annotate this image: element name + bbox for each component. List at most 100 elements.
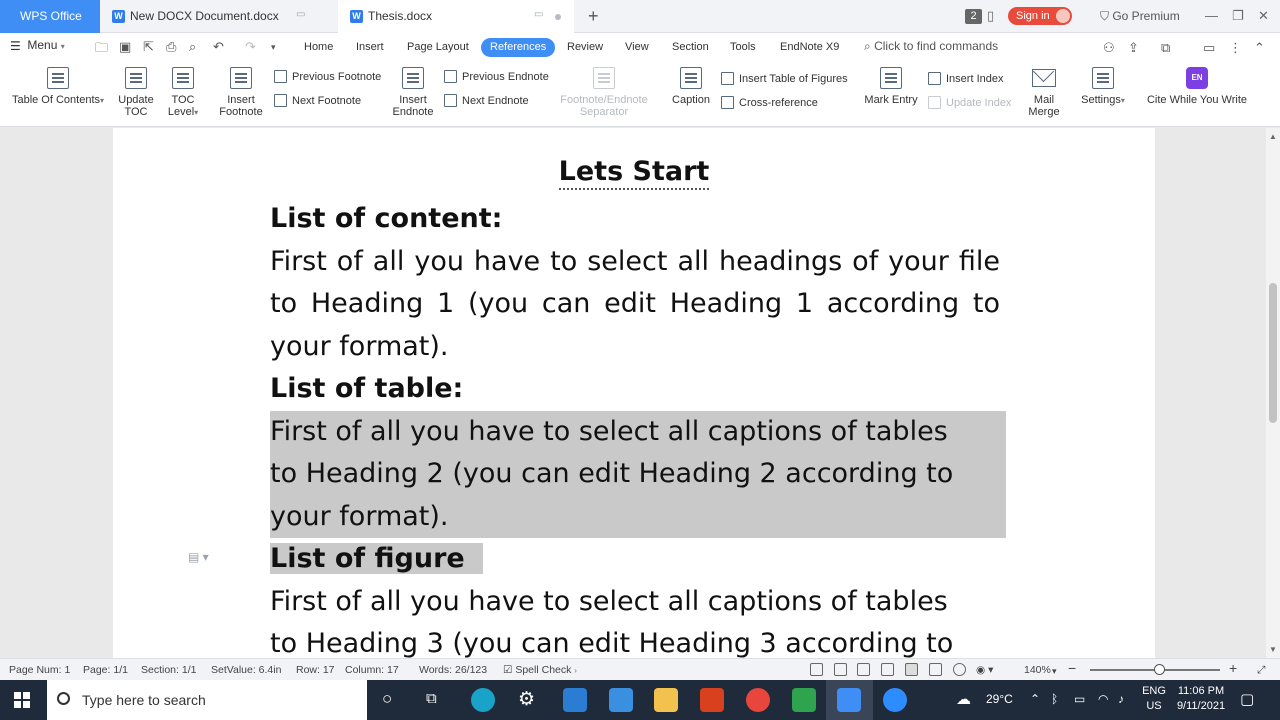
zoom-out-icon[interactable]: − <box>1068 660 1076 676</box>
store-icon[interactable] <box>609 688 633 712</box>
main-menu-button[interactable]: ☰ Menu ▾ <box>10 38 65 53</box>
windows-start-icon[interactable] <box>14 692 30 708</box>
tab-insert[interactable]: Insert <box>347 38 393 57</box>
scroll-up-arrow-icon[interactable]: ▲ <box>1269 132 1277 141</box>
zoom-slider-knob[interactable] <box>1154 664 1165 675</box>
cross-reference-button[interactable]: Cross-reference <box>721 96 818 110</box>
sign-in-button[interactable]: Sign in <box>1008 7 1072 25</box>
settings-button[interactable]: Settings▾ <box>1078 67 1128 107</box>
toc-level-button[interactable]: TOC Level▾ <box>164 67 202 119</box>
insert-endnote-button[interactable]: Insert Endnote <box>389 67 437 118</box>
more-options-icon[interactable]: ⋮ <box>1229 40 1242 56</box>
web-layout-icon[interactable] <box>953 663 966 676</box>
update-index-button[interactable]: Update Index <box>928 96 1011 110</box>
fit-page-icon[interactable]: ⤢ <box>1257 664 1265 677</box>
print-icon[interactable]: ⎙ <box>166 39 176 55</box>
tab-view[interactable]: View <box>616 38 658 57</box>
status-section[interactable]: Section: 1/1 <box>141 664 196 676</box>
edge-browser-icon[interactable] <box>471 688 495 712</box>
status-page[interactable]: Page: 1/1 <box>83 664 128 676</box>
previous-footnote-button[interactable]: Previous Footnote <box>274 70 381 84</box>
open-folder-icon[interactable]: 🗀 <box>95 39 108 61</box>
caption-button[interactable]: Caption <box>669 67 713 106</box>
save-icon[interactable]: ▣ <box>119 39 131 55</box>
cortana-icon[interactable]: ○ <box>382 689 392 709</box>
next-endnote-button[interactable]: Next Endnote <box>444 94 529 108</box>
page-view-icon[interactable] <box>834 663 847 676</box>
find-commands-search[interactable]: ⌕ Click to find commands <box>864 39 998 54</box>
previous-endnote-button[interactable]: Previous Endnote <box>444 70 549 84</box>
tab-section[interactable]: Section <box>663 38 718 57</box>
tab-tools[interactable]: Tools <box>721 38 765 57</box>
cite-while-you-write-button[interactable]: EN Cite While You Write <box>1144 67 1250 106</box>
reading-layout-icon[interactable] <box>881 663 894 676</box>
collapse-ribbon-icon[interactable]: ⌃ <box>1254 40 1265 56</box>
undo-icon[interactable]: ↶ <box>213 39 224 55</box>
task-view-icon[interactable]: ⧉ <box>426 690 437 707</box>
system-clock[interactable]: 11:06 PM 9/11/2021 <box>1176 684 1226 714</box>
insert-index-button[interactable]: Insert Index <box>928 72 1003 86</box>
volume-icon[interactable]: ♪ <box>1118 692 1124 706</box>
document-body[interactable]: List of content: First of all you have t… <box>270 198 1006 659</box>
weather-temp[interactable]: 29°C <box>986 692 1013 706</box>
mark-entry-button[interactable]: Mark Entry <box>862 67 920 106</box>
paragraph-content[interactable]: First of all you have to select all head… <box>270 241 1000 369</box>
restore-icon[interactable]: ❐ <box>1232 8 1244 24</box>
vertical-scrollbar[interactable]: ▲ ▼ <box>1266 128 1280 658</box>
zoom-level[interactable]: 140% <box>1024 664 1051 676</box>
document-canvas[interactable]: Lets Start List of content: First of all… <box>0 128 1266 658</box>
insert-footnote-button[interactable]: Insert Footnote <box>216 67 266 118</box>
tab-home[interactable]: Home <box>295 38 342 57</box>
heading-list-of-content[interactable]: List of content: <box>270 198 1000 241</box>
share-user-icon[interactable]: ⚇ <box>1103 40 1115 56</box>
show-hidden-icons-icon[interactable]: ⌃ <box>1030 692 1040 706</box>
file-explorer-icon[interactable] <box>654 688 678 712</box>
float-window-icon[interactable]: ▭ <box>296 10 306 20</box>
wifi-icon[interactable]: ◠ <box>1098 692 1108 706</box>
export-icon[interactable]: ⇱ <box>143 39 154 55</box>
status-setvalue[interactable]: SetValue: 6.4in <box>211 664 281 676</box>
mail-app-icon[interactable] <box>563 688 587 712</box>
outline-view-icon[interactable] <box>929 663 942 676</box>
focus-mode-icon[interactable] <box>810 663 823 676</box>
office-icon[interactable] <box>700 688 724 712</box>
collaborate-icon[interactable]: ⧉ <box>1161 40 1170 56</box>
window-count-badge[interactable]: 2 <box>965 9 982 24</box>
mail-merge-button[interactable]: Mail Merge <box>1024 67 1064 118</box>
tab-review[interactable]: Review <box>558 38 612 57</box>
bluetooth-icon[interactable]: ᛒ <box>1051 692 1058 706</box>
footnote-endnote-separator-button[interactable]: Footnote/Endnote Separator <box>556 67 652 118</box>
document-title[interactable]: Lets Start <box>113 156 1155 190</box>
zoom-app-icon[interactable] <box>883 688 907 712</box>
battery-icon[interactable]: ▭ <box>1074 692 1085 706</box>
tile-windows-icon[interactable]: ▯ <box>987 8 994 24</box>
full-screen-icon[interactable] <box>857 663 870 676</box>
redo-icon[interactable]: ↷ <box>245 39 256 55</box>
paragraph-handle-icon[interactable]: ▤ ▾ <box>188 550 209 564</box>
notifications-icon[interactable]: ▢ <box>1240 690 1254 708</box>
customize-quick-access-icon[interactable]: ▾ <box>271 42 276 53</box>
scrollbar-thumb[interactable] <box>1269 283 1277 423</box>
table-of-contents-button[interactable]: Table Of Contents▾ <box>10 67 106 107</box>
taskbar-search-box[interactable]: Type here to search <box>47 680 367 720</box>
eye-protection-icon[interactable]: ◉ ▾ <box>976 664 993 676</box>
wps-office-tab[interactable]: WPS Office <box>0 0 100 33</box>
status-column[interactable]: Column: 17 <box>345 664 399 676</box>
tab-endnote[interactable]: EndNote X9 <box>771 38 848 57</box>
insert-table-of-figures-button[interactable]: Insert Table of Figures <box>721 72 848 86</box>
float-window-icon[interactable]: ▭ <box>534 10 544 20</box>
new-tab-plus-icon[interactable]: + <box>588 6 599 26</box>
status-row[interactable]: Row: 17 <box>296 664 335 676</box>
paragraph-figure[interactable]: First of all you have to select all capt… <box>270 581 1000 659</box>
paragraph-table-selected[interactable]: First of all you have to select all capt… <box>270 410 1006 538</box>
scroll-down-arrow-icon[interactable]: ▼ <box>1269 645 1277 654</box>
wps-writer-icon[interactable] <box>837 688 861 712</box>
camtasia-icon[interactable] <box>792 688 816 712</box>
weather-icon[interactable]: ☁ <box>956 690 971 708</box>
doc-tab-thesis[interactable]: W Thesis.docx ▭ <box>338 0 574 33</box>
heading-list-of-figure[interactable]: List of figure <box>270 538 1000 581</box>
settings-gear-icon[interactable]: ⚙ <box>518 688 535 711</box>
document-page[interactable]: Lets Start List of content: First of all… <box>113 128 1155 658</box>
heading-list-of-table[interactable]: List of table: <box>270 368 1000 411</box>
zoom-in-icon[interactable]: + <box>1229 660 1237 676</box>
